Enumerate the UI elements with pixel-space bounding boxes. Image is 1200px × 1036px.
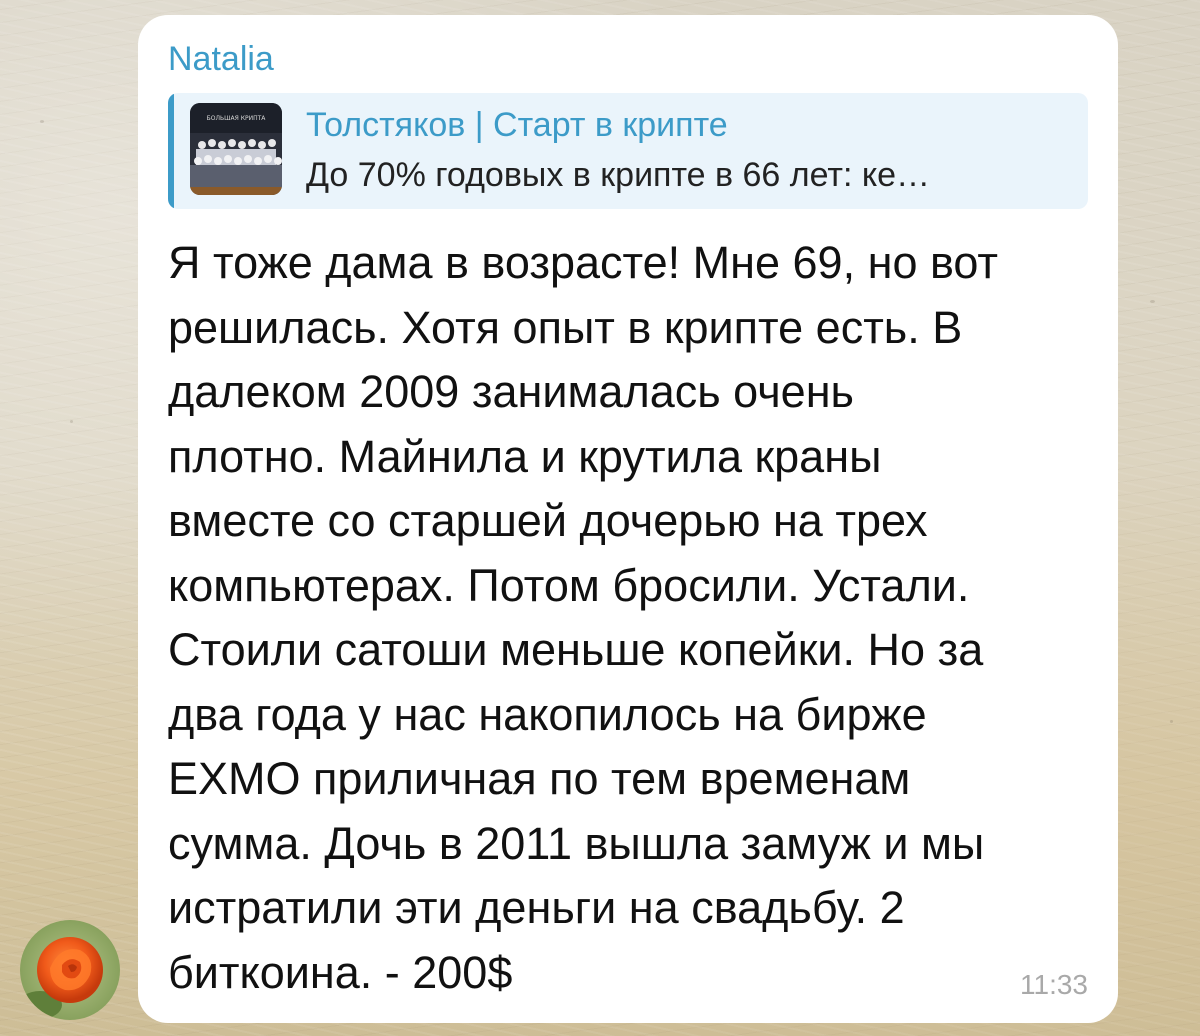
reply-accent-bar xyxy=(168,93,174,209)
message-text-line: два года у нас накопилось на бирже xyxy=(168,688,927,740)
message-text-line: плотно. Майнила и крутила краны xyxy=(168,430,882,482)
wallpaper-texture xyxy=(70,420,73,423)
message-text-line: сумма. Дочь в 2011 вышла замуж и мы xyxy=(168,817,985,869)
reply-thumbnail: БОЛЬШАЯ КРИПТА xyxy=(190,103,282,195)
message-text-line: компьютерах. Потом бросили. Устали. xyxy=(168,559,970,611)
message-text-line: далеком 2009 занималась очень xyxy=(168,366,854,417)
wallpaper-texture xyxy=(40,120,44,123)
message-timestamp: 11:33 xyxy=(1020,969,1088,1000)
sender-name[interactable]: Natalia xyxy=(168,39,1088,79)
rose-avatar-icon xyxy=(20,920,120,1020)
forwarded-reply-preview[interactable]: БОЛЬШАЯ КРИПТА Толстяков | Старт в крипт… xyxy=(168,93,1088,209)
reply-preview-text: До 70% годовых в крипте в 66 лет: ке… xyxy=(306,156,931,194)
message-text-line: истратили эти деньги на свадьбу. 2 xyxy=(168,882,905,933)
thumbnail-caption: БОЛЬШАЯ КРИПТА xyxy=(207,115,267,122)
message-text-line: вместе со старшей дочерью на трех xyxy=(168,495,928,546)
message-text-line: решилась. Хотя опыт в крипте есть. В xyxy=(168,301,963,353)
group-photo-thumbnail-icon: БОЛЬШАЯ КРИПТА xyxy=(190,103,282,195)
wallpaper-texture xyxy=(1170,720,1173,723)
reply-channel-title: Толстяков | Старт в крипте xyxy=(306,106,728,144)
wallpaper-texture xyxy=(1150,300,1155,303)
message-text-line: биткоина. - 200$ xyxy=(168,946,513,998)
message-text: Я тоже дама в возрасте! Мне 69, но вот р… xyxy=(168,231,1098,1005)
sender-avatar[interactable] xyxy=(20,920,120,1020)
message-bubble[interactable]: Natalia БОЛЬШАЯ КРИПТА Толстяков | Старт… xyxy=(138,15,1118,1023)
message-text-line: EXMO приличная по тем временам xyxy=(168,753,911,804)
message-text-line: Стоили сатоши меньше копейки. Но за xyxy=(168,624,984,675)
message-text-line: Я тоже дама в возрасте! Мне 69, но вот xyxy=(168,237,999,288)
